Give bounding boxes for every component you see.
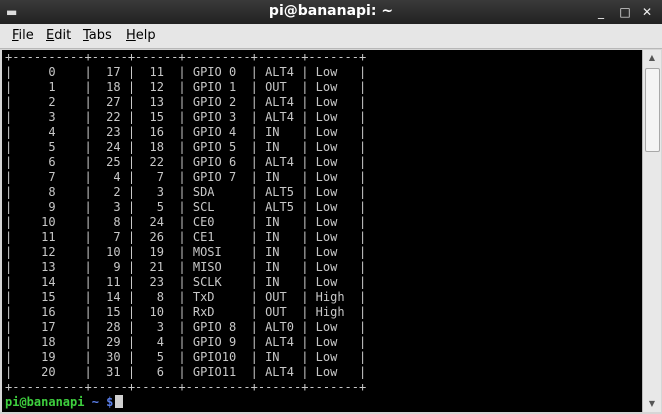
prompt-user: pi@bananapi	[5, 395, 85, 409]
text-cursor	[115, 395, 124, 408]
minimize-button[interactable]: _	[594, 5, 608, 19]
table-row: | 1 | 18 | 12 | GPIO 1 | OUT | Low |	[5, 80, 367, 94]
scroll-up-arrow-icon[interactable]: ▲	[643, 50, 661, 66]
table-row: | 11 | 7 | 26 | CE1 | IN | Low |	[5, 230, 367, 244]
terminal-window: ▬ pi@bananapi: ~ _ □ ✕ File Edit Tabs He…	[0, 0, 662, 414]
close-button[interactable]: ✕	[640, 5, 654, 19]
table-row: | 3 | 22 | 15 | GPIO 3 | ALT4 | Low |	[5, 110, 367, 124]
window-title: pi@bananapi: ~	[268, 3, 394, 19]
table-row: | 14 | 11 | 23 | SCLK | IN | Low |	[5, 275, 367, 289]
menu-bar: File Edit Tabs Help	[0, 24, 662, 49]
table-row: | 12 | 10 | 19 | MOSI | IN | Low |	[5, 245, 367, 259]
separator-top: +----------+-----+------+---------+-----…	[5, 50, 367, 64]
scroll-down-arrow-icon[interactable]: ▼	[643, 396, 661, 412]
table-row: | 17 | 28 | 3 | GPIO 8 | ALT0 | Low |	[5, 320, 367, 334]
table-row: | 15 | 14 | 8 | TxD | OUT | High |	[5, 290, 367, 304]
prompt-path: ~ $	[84, 395, 114, 409]
table-row: | 16 | 15 | 10 | RxD | OUT | High |	[5, 305, 367, 319]
separator-bottom: +----------+-----+------+---------+-----…	[5, 380, 367, 394]
table-row: | 5 | 24 | 18 | GPIO 5 | IN | Low |	[5, 140, 367, 154]
terminal-output[interactable]: +----------+-----+------+---------+-----…	[2, 50, 642, 412]
menu-tabs[interactable]: Tabs	[83, 28, 112, 43]
table-row: | 18 | 29 | 4 | GPIO 9 | ALT4 | Low |	[5, 335, 367, 349]
vertical-scrollbar[interactable]: ▲ ▼	[642, 50, 661, 412]
table-row: | 10 | 8 | 24 | CE0 | IN | Low |	[5, 215, 367, 229]
table-row: | 19 | 30 | 5 | GPIO10 | IN | Low |	[5, 350, 367, 364]
table-row: | 7 | 4 | 7 | GPIO 7 | IN | Low |	[5, 170, 367, 184]
table-row: | 20 | 31 | 6 | GPIO11 | ALT4 | Low |	[5, 365, 367, 379]
table-row: | 0 | 17 | 11 | GPIO 0 | ALT4 | Low |	[5, 65, 367, 79]
table-row: | 13 | 9 | 21 | MISO | IN | Low |	[5, 260, 367, 274]
table-row: | 4 | 23 | 16 | GPIO 4 | IN | Low |	[5, 125, 367, 139]
table-row: | 2 | 27 | 13 | GPIO 2 | ALT4 | Low |	[5, 95, 367, 109]
table-row: | 9 | 3 | 5 | SCL | ALT5 | Low |	[5, 200, 367, 214]
title-bar[interactable]: ▬ pi@bananapi: ~ _ □ ✕	[0, 0, 662, 24]
menu-help[interactable]: Help	[126, 28, 156, 43]
maximize-button[interactable]: □	[618, 5, 632, 19]
table-row: | 6 | 25 | 22 | GPIO 6 | ALT4 | Low |	[5, 155, 367, 169]
table-row: | 8 | 2 | 3 | SDA | ALT5 | Low |	[5, 185, 367, 199]
shell-prompt[interactable]: pi@bananapi ~ $	[2, 395, 642, 410]
menu-file[interactable]: File	[12, 28, 34, 43]
scrollbar-thumb[interactable]	[645, 68, 660, 152]
menu-edit[interactable]: Edit	[46, 28, 71, 43]
